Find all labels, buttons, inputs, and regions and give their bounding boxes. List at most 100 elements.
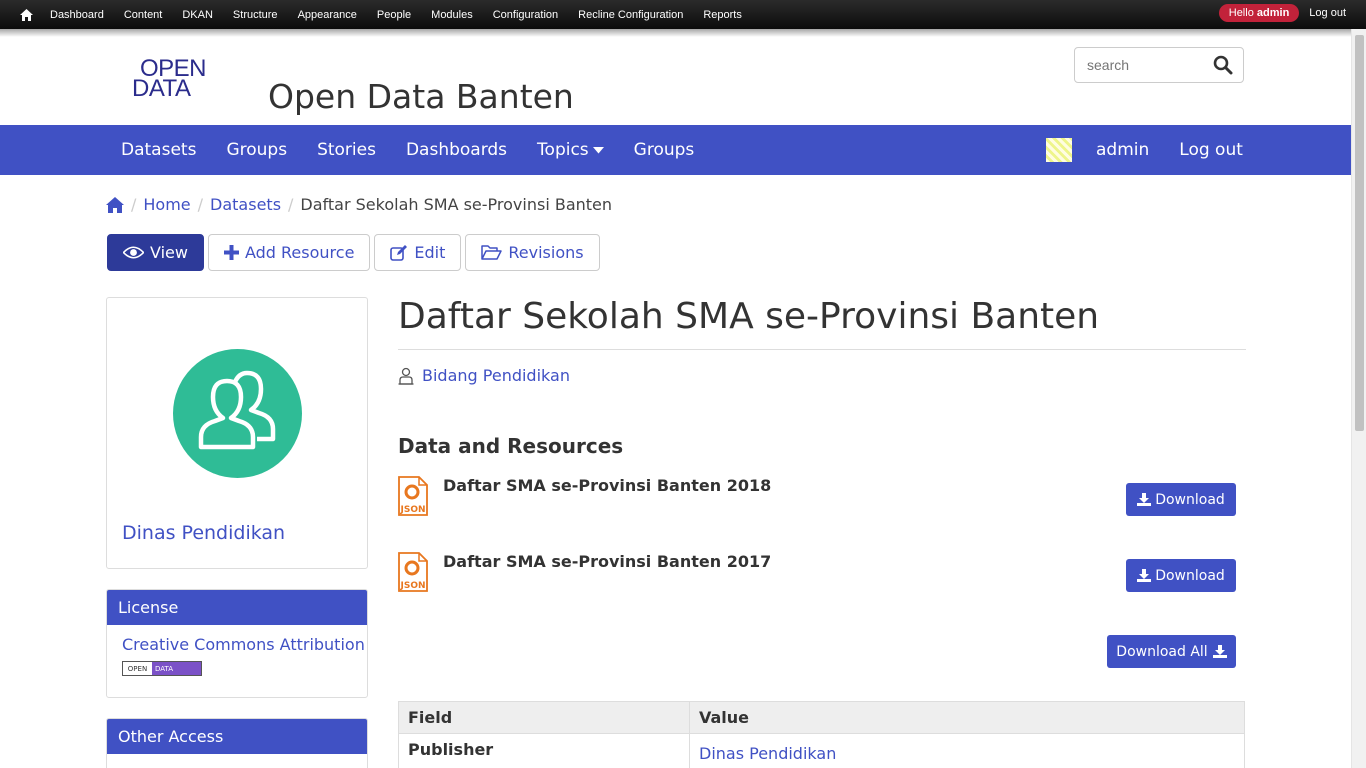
organization-name[interactable]: Dinas Pendidikan <box>122 522 285 544</box>
search-input[interactable] <box>1075 48 1207 82</box>
license-heading: License <box>107 590 367 625</box>
table-cell-field: Publisher <box>398 733 690 768</box>
nav-topics-label: Topics <box>537 140 589 160</box>
admin-logout-link[interactable]: Log out <box>1309 7 1346 19</box>
search-icon <box>1213 55 1233 75</box>
nav-groups-2[interactable]: Groups <box>619 140 710 160</box>
admin-toolbar-shadow <box>0 29 1366 37</box>
nav-user[interactable]: admin <box>1081 140 1164 160</box>
admin-menu-reports[interactable]: Reports <box>693 9 752 21</box>
breadcrumb-datasets[interactable]: Datasets <box>210 195 281 214</box>
nav-topics[interactable]: Topics <box>522 140 619 160</box>
caret-down-icon <box>592 146 604 153</box>
table-row: Publisher Dinas Pendidikan <box>398 733 1245 768</box>
search-button[interactable] <box>1213 55 1235 77</box>
tab-view[interactable]: View <box>107 234 204 271</box>
license-panel: License Creative Commons Attribution OPE… <box>106 589 368 698</box>
download-button-label: Download <box>1155 567 1225 584</box>
download-all-label: Download All <box>1116 643 1208 660</box>
json-file-icon[interactable]: JSON <box>398 552 428 592</box>
tab-revisions-label: Revisions <box>508 243 584 262</box>
breadcrumb-separator: / <box>131 195 137 214</box>
license-link[interactable]: Creative Commons Attribution <box>122 635 365 654</box>
main-navigation: Datasets Groups Stories Dashboards Topic… <box>0 125 1351 175</box>
folder-open-icon <box>481 245 503 260</box>
organization-panel: Dinas Pendidikan <box>106 297 368 569</box>
other-access-panel: Other Access <box>106 718 368 768</box>
resources-heading: Data and Resources <box>398 434 624 458</box>
download-button-label: Download <box>1155 491 1225 508</box>
user-avatar[interactable] <box>1046 138 1072 162</box>
admin-menu-recline-configuration[interactable]: Recline Configuration <box>568 9 693 21</box>
site-logo[interactable]: OPEN DATA <box>106 52 248 112</box>
nav-groups[interactable]: Groups <box>211 140 302 160</box>
plus-icon <box>223 245 239 260</box>
breadcrumb-home[interactable]: Home <box>143 195 190 214</box>
tab-view-label: View <box>150 243 188 262</box>
logo-line-2: DATA <box>132 75 191 102</box>
admin-home-icon[interactable] <box>14 8 38 21</box>
resource-name[interactable]: Daftar SMA se-Provinsi Banten 2017 <box>443 552 771 571</box>
group-icon <box>398 367 414 385</box>
edit-icon <box>390 244 408 261</box>
tab-add-resource[interactable]: Add Resource <box>207 234 371 271</box>
admin-menu-modules[interactable]: Modules <box>421 9 483 21</box>
hello-prefix: Hello <box>1228 7 1254 19</box>
page-scrollbar[interactable] <box>1351 29 1366 768</box>
tab-edit[interactable]: Edit <box>374 234 462 271</box>
admin-menu-content[interactable]: Content <box>114 9 173 21</box>
resource-item: JSON Daftar SMA se-Provinsi Banten 2018 … <box>398 476 1246 536</box>
admin-menu-configuration[interactable]: Configuration <box>483 9 568 21</box>
admin-menu: Dashboard Content DKAN Structure Appeara… <box>40 9 752 21</box>
admin-menu-people[interactable]: People <box>367 9 421 21</box>
download-icon <box>1137 569 1152 582</box>
tab-edit-label: Edit <box>414 243 446 262</box>
admin-toolbar: Dashboard Content DKAN Structure Appeara… <box>0 0 1366 29</box>
tab-revisions[interactable]: Revisions <box>465 234 600 271</box>
download-icon <box>1137 493 1152 506</box>
breadcrumb-current: Daftar Sekolah SMA se-Provinsi Banten <box>300 195 613 214</box>
other-access-heading: Other Access <box>107 719 367 754</box>
search-box <box>1074 47 1244 83</box>
admin-menu-appearance[interactable]: Appearance <box>288 9 367 21</box>
admin-menu-dkan[interactable]: DKAN <box>172 9 223 21</box>
breadcrumb-separator: / <box>288 195 294 214</box>
organization-avatar[interactable] <box>173 349 302 478</box>
breadcrumb-separator: / <box>197 195 204 214</box>
page-title: Daftar Sekolah SMA se-Provinsi Banten <box>398 296 1100 337</box>
dataset-tabs: View Add Resource Edit Revisions <box>107 234 604 271</box>
nav-datasets[interactable]: Datasets <box>106 140 211 160</box>
table-header-field: Field <box>398 701 690 734</box>
nav-logout[interactable]: Log out <box>1164 140 1258 160</box>
download-button[interactable]: Download <box>1126 559 1236 592</box>
title-divider <box>398 349 1246 350</box>
hello-user: admin <box>1256 7 1290 19</box>
tab-add-resource-label: Add Resource <box>244 243 355 262</box>
download-icon <box>1212 645 1227 658</box>
eye-icon <box>123 246 144 259</box>
admin-menu-dashboard[interactable]: Dashboard <box>40 9 114 21</box>
json-label: JSON <box>399 581 425 591</box>
download-button[interactable]: Download <box>1126 483 1236 516</box>
open-data-badge[interactable]: OPEN DATA <box>122 661 202 676</box>
resource-name[interactable]: Daftar SMA se-Provinsi Banten 2018 <box>443 476 771 495</box>
table-header-value: Value <box>689 701 1245 734</box>
admin-menu-structure[interactable]: Structure <box>223 9 288 21</box>
nav-dashboards[interactable]: Dashboards <box>391 140 522 160</box>
json-file-icon[interactable]: JSON <box>398 476 428 516</box>
resource-item: JSON Daftar SMA se-Provinsi Banten 2017 … <box>398 552 1246 612</box>
dataset-info-table: Field Value Publisher Dinas Pendidikan <box>398 701 1245 768</box>
scrollbar-thumb[interactable] <box>1355 35 1364 431</box>
table-header-row: Field Value <box>398 701 1245 734</box>
badge-right-text: DATA <box>152 662 201 675</box>
site-name[interactable]: Open Data Banten <box>268 77 574 116</box>
nav-stories[interactable]: Stories <box>302 140 391 160</box>
group-link[interactable]: Bidang Pendidikan <box>398 366 570 385</box>
download-all-button[interactable]: Download All <box>1107 635 1236 668</box>
badge-left-text: OPEN <box>123 662 152 675</box>
home-icon[interactable] <box>106 196 124 213</box>
users-icon <box>198 370 276 450</box>
admin-hello-badge[interactable]: Hello admin <box>1218 4 1300 22</box>
table-cell-value[interactable]: Dinas Pendidikan <box>689 733 1245 768</box>
json-label: JSON <box>399 505 425 515</box>
